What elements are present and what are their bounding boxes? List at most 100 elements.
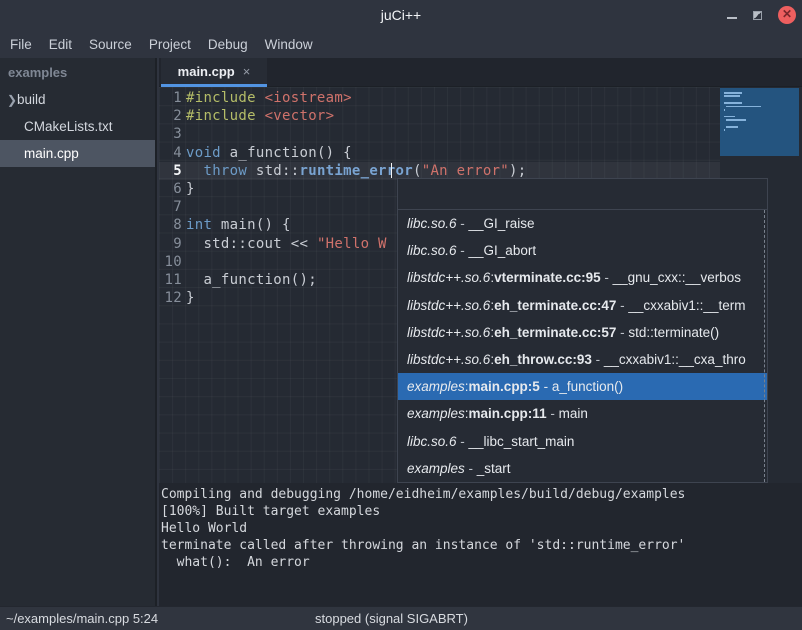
minimap-line [726,106,761,108]
frame-text: - [547,406,559,421]
code-token: "An error" [422,163,509,179]
frame-text: main [559,406,588,421]
code-text: void a_function() { [186,144,352,162]
code-line[interactable]: 4void a_function() { [159,144,720,162]
code-token: <vector> [265,108,335,124]
line-number: 12 [159,289,186,307]
menu-project[interactable]: Project [149,37,191,52]
frame-location: eh_terminate.cc:47 [494,298,616,313]
code-token: int [186,217,212,233]
frame-text: - [457,243,469,258]
terminal-output[interactable]: Compiling and debugging /home/eidheim/ex… [159,483,802,606]
backtrace-frame[interactable]: examples:main.cpp:5 - a_function() [398,373,767,400]
code-token: main() { [212,217,291,233]
frame-location: eh_terminate.cc:57 [494,325,616,340]
frame-text: - [616,325,628,340]
line-number: 5 [159,162,186,180]
code-line[interactable]: 2#include <vector> [159,107,720,125]
code-text: int main() { [186,216,291,234]
line-number: 11 [159,271,186,289]
code-line[interactable]: 1#include <iostream> [159,89,720,107]
backtrace-frame[interactable]: examples - _start [398,455,767,482]
frame-text: _start [477,461,511,476]
frame-text: __cxxabiv1::__cxa_thro [604,352,746,367]
file-label: main.cpp [0,146,79,161]
line-number: 10 [159,253,186,271]
close-icon[interactable]: ✕ [778,6,796,24]
backtrace-frame[interactable]: libstdc++.so.6:vterminate.cc:95 - __gnu_… [398,264,767,291]
frame-library: examples [407,379,465,394]
frame-text: std::terminate() [628,325,719,340]
code-text: #include <vector> [186,107,334,125]
code-token: std::cout << [186,236,317,252]
code-token: a_function() { [221,145,352,161]
frame-library: libstdc++.so.6 [407,298,490,313]
minimap-slider[interactable] [720,88,799,156]
frame-library: libc.so.6 [407,243,457,258]
minimap-line [724,102,742,104]
frame-text: __cxxabiv1::__term [628,298,745,313]
code-token: #include [186,90,265,106]
menu-window[interactable]: Window [265,37,313,52]
line-number: 1 [159,89,186,107]
file-tree-sidebar: examples ❯buildCMakeLists.txtmain.cpp [0,58,157,606]
title-bar[interactable]: juCi++ ✕ [0,0,802,30]
minimize-icon[interactable] [727,17,737,19]
frame-location: vterminate.cc:95 [494,270,601,285]
minimap-line [724,109,725,111]
terminal-line: what(): An error [161,554,802,571]
line-number: 2 [159,107,186,125]
frame-library: examples [407,461,465,476]
tab-main-cpp[interactable]: main.cpp × [161,58,267,87]
code-text: a_function(); [186,271,317,289]
code-token: throw [203,163,247,179]
file-label: build [16,92,46,107]
code-token [186,163,203,179]
terminal-line: [100%] Built target examples [161,503,802,520]
frame-location: main.cpp:5 [469,379,540,394]
minimap-line [724,92,742,94]
backtrace-frame[interactable]: libc.so.6 - __libc_start_main [398,428,767,455]
backtrace-frame[interactable]: libc.so.6 - __GI_abort [398,237,767,264]
menu-source[interactable]: Source [89,37,132,52]
code-token: std:: [247,163,299,179]
frame-text: __GI_abort [469,243,537,258]
frame-text: - [540,379,552,394]
code-text: #include <iostream> [186,89,352,107]
frame-text: - [457,216,469,231]
backtrace-frame[interactable]: examples:main.cpp:11 - main [398,400,767,427]
status-debug-state: stopped (signal SIGABRT) [315,611,468,626]
frame-text: __gnu_cxx::__verbos [613,270,741,285]
line-number: 9 [159,235,186,253]
sidebar-item-cmakelists-txt[interactable]: CMakeLists.txt [0,113,155,140]
menu-file[interactable]: File [10,37,32,52]
menu-edit[interactable]: Edit [49,37,72,52]
backtrace-popup: libc.so.6 - __GI_raiselibc.so.6 - __GI_a… [397,178,768,483]
window-title: juCi++ [0,7,802,23]
frame-text: a_function() [552,379,623,394]
backtrace-frame[interactable]: libstdc++.so.6:eh_terminate.cc:47 - __cx… [398,292,767,319]
project-name: examples [0,58,155,86]
minimap-line [726,126,738,128]
line-number: 8 [159,216,186,234]
minimap-line [724,116,735,118]
code-line[interactable]: 3 [159,125,720,143]
tab-close-icon[interactable]: × [243,64,251,79]
frame-library: examples [407,406,465,421]
backtrace-frame[interactable]: libstdc++.so.6:eh_throw.cc:93 - __cxxabi… [398,346,767,373]
frame-library: libstdc++.so.6 [407,352,490,367]
frame-location: eh_throw.cc:93 [494,352,592,367]
popup-scroll-edge[interactable] [764,210,765,482]
backtrace-frame[interactable]: libstdc++.so.6:eh_terminate.cc:57 - std:… [398,319,767,346]
terminal-line: terminate called after throwing an insta… [161,537,802,554]
chevron-right-icon[interactable]: ❯ [0,93,16,107]
terminal-line: Compiling and debugging /home/eidheim/ex… [161,486,802,503]
line-number: 4 [159,144,186,162]
sidebar-item-main-cpp[interactable]: main.cpp [0,140,155,167]
menu-debug[interactable]: Debug [208,37,248,52]
restore-icon[interactable] [753,11,762,20]
backtrace-frame[interactable]: libc.so.6 - __GI_raise [398,210,767,237]
terminal-line: Hello World [161,520,802,537]
sidebar-item-build[interactable]: ❯build [0,86,155,113]
tab-bar: main.cpp × [159,58,802,87]
